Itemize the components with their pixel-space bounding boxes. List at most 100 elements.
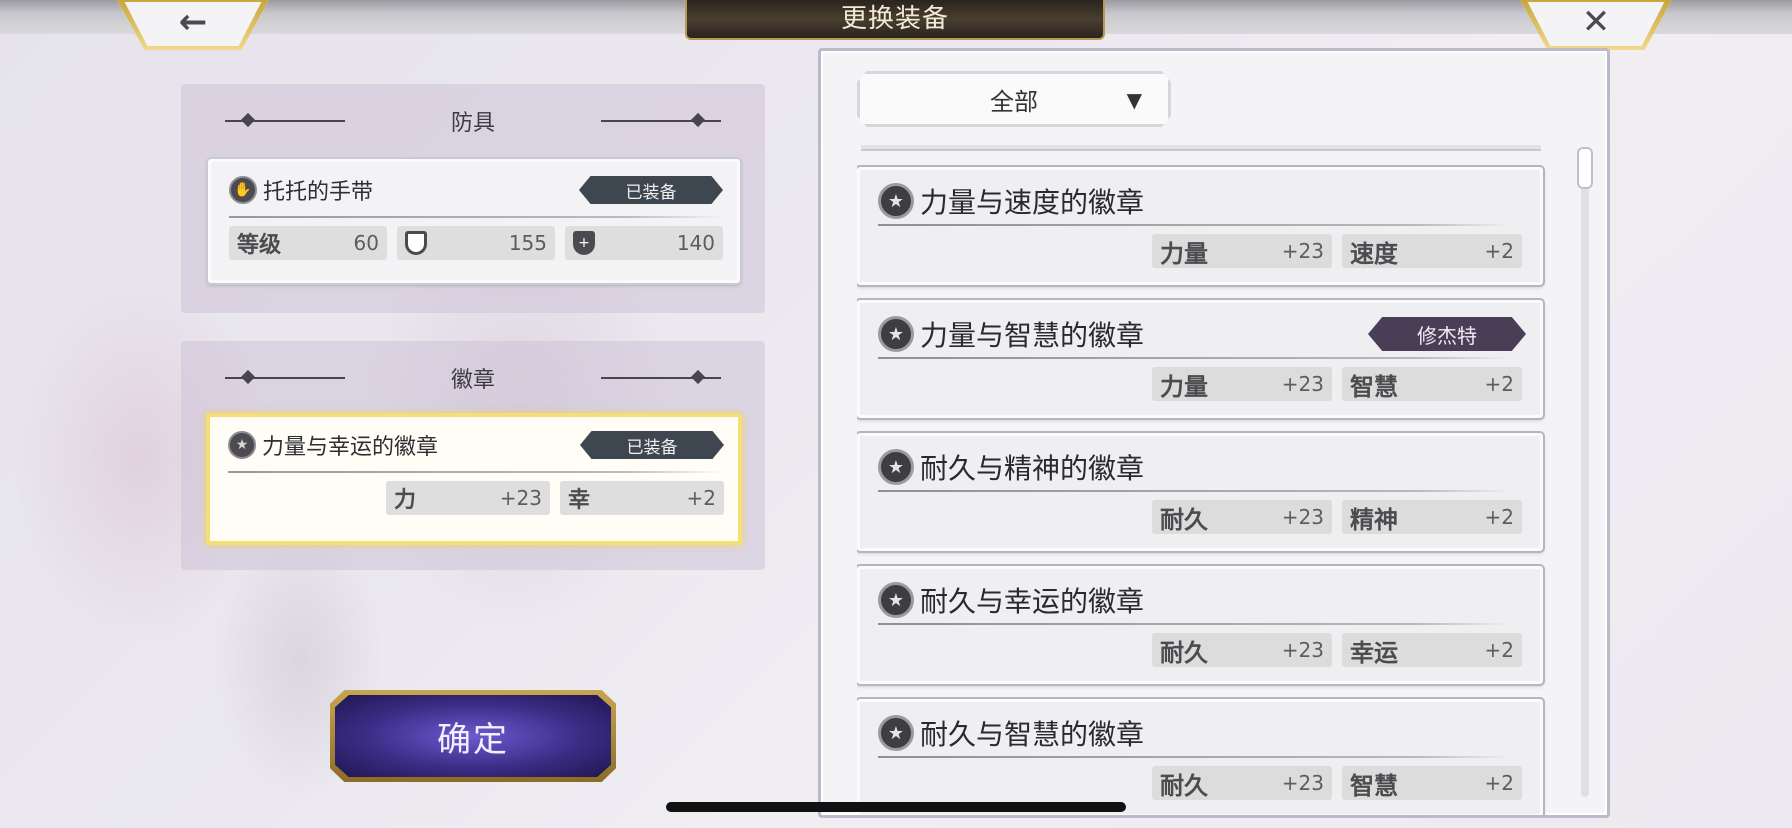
- stat-label: 智慧: [1350, 771, 1398, 800]
- stat-label: 幸运: [1350, 638, 1398, 667]
- stat-label: 力量: [1160, 372, 1208, 401]
- stat-chip: 精神 +2: [1342, 500, 1522, 534]
- armor-panel-header: 防具: [181, 84, 765, 158]
- stat-value: +2: [1484, 372, 1514, 396]
- stat-chip: 耐久 +23: [1152, 766, 1332, 800]
- list-item[interactable]: ★ 力量与智慧的徽章 修杰特 力量 +23 智慧 +2: [857, 300, 1543, 418]
- divider: [878, 357, 1510, 359]
- stat-label: 智慧: [1350, 372, 1398, 401]
- close-icon: ✕: [1581, 2, 1611, 42]
- stat-value: +2: [1484, 638, 1514, 662]
- badge-item-name: 耐久与精神的徽章: [920, 452, 1145, 485]
- divider: [878, 224, 1510, 226]
- stat-value: +2: [1484, 239, 1514, 263]
- badge-equip-card[interactable]: ★ 力量与幸运的徽章 已装备 力 +23 幸 +2: [206, 413, 742, 545]
- stat-chip: 力量 +23: [1152, 367, 1332, 401]
- glove-icon: ✋: [229, 176, 257, 204]
- divider: [878, 756, 1510, 758]
- magic-defense-value: 140: [676, 231, 715, 255]
- list-item-partial: [861, 145, 1541, 151]
- stat-label: 耐久: [1160, 771, 1208, 800]
- star-badge-icon: ★: [228, 431, 256, 459]
- list-item[interactable]: ★ 耐久与精神的徽章 耐久 +23 精神 +2: [857, 433, 1543, 551]
- star-badge-icon: ★: [878, 183, 914, 219]
- list-item[interactable]: ★ 力量与速度的徽章 力量 +23 速度 +2: [857, 167, 1543, 285]
- equipped-badge: 已装备: [580, 431, 724, 459]
- armor-section-title: 防具: [450, 111, 495, 136]
- ornament-left: [225, 120, 345, 122]
- stat-value: +23: [1281, 372, 1324, 396]
- luck-stat: 幸 +2: [560, 481, 724, 515]
- badge-item-name: 耐久与幸运的徽章: [920, 585, 1145, 618]
- armor-equip-card[interactable]: ✋ 托托的手带 已装备 等级 60 155 + 140: [208, 159, 740, 283]
- stat-label: 耐久: [1160, 638, 1208, 667]
- badge-item-name: 耐久与智慧的徽章: [920, 718, 1145, 751]
- armor-name: 托托的手带: [263, 180, 374, 205]
- home-indicator[interactable]: [666, 802, 1126, 812]
- luck-value: +2: [686, 486, 716, 510]
- stat-chip: 智慧 +2: [1342, 766, 1522, 800]
- badge-list[interactable]: ★ 力量与速度的徽章 力量 +23 速度 +2 ★ 力量与智慧的徽章 修杰特 力…: [857, 145, 1547, 815]
- confirm-label: 确定: [437, 719, 509, 760]
- shield-plus-icon: +: [573, 231, 595, 255]
- stat-value: +2: [1484, 771, 1514, 795]
- star-badge-icon: ★: [878, 316, 914, 352]
- badge-list-panel: 全部 ▼ ★ 力量与速度的徽章 力量 +23 速度 +2 ★ 力量与智慧的徽章 …: [818, 48, 1610, 818]
- level-value: 60: [353, 231, 379, 255]
- luck-label: 幸: [568, 488, 591, 513]
- scrollbar-thumb[interactable]: [1577, 147, 1593, 189]
- level-stat: 等级 60: [229, 226, 387, 260]
- strength-stat: 力 +23: [386, 481, 550, 515]
- back-arrow-icon: ←: [178, 2, 208, 42]
- scrollbar-track[interactable]: [1581, 147, 1589, 797]
- stat-chip: 力量 +23: [1152, 234, 1332, 268]
- stat-chip: 耐久 +23: [1152, 633, 1332, 667]
- divider: [229, 216, 723, 218]
- stat-value: +23: [1281, 638, 1324, 662]
- stat-chip: 幸运 +2: [1342, 633, 1522, 667]
- filter-dropdown[interactable]: 全部 ▼: [857, 71, 1171, 127]
- defense-stat: 155: [397, 226, 555, 260]
- stat-label: 精神: [1350, 505, 1398, 534]
- defense-value: 155: [508, 231, 547, 255]
- divider: [878, 623, 1510, 625]
- owner-tag: 修杰特: [1368, 317, 1526, 351]
- stat-value: +23: [1281, 771, 1324, 795]
- stat-chip: 速度 +2: [1342, 234, 1522, 268]
- badge-panel-header: 徽章: [181, 341, 765, 415]
- strength-value: +23: [499, 486, 542, 510]
- filter-selected: 全部: [990, 87, 1038, 116]
- stat-value: +2: [1484, 505, 1514, 529]
- stat-chip: 智慧 +2: [1342, 367, 1522, 401]
- confirm-button[interactable]: 确定: [330, 690, 616, 782]
- ornament-left: [225, 377, 345, 379]
- stat-value: +23: [1281, 505, 1324, 529]
- ornament-right: [601, 377, 721, 379]
- stat-label: 力量: [1160, 239, 1208, 268]
- divider: [228, 471, 724, 473]
- stat-label: 耐久: [1160, 505, 1208, 534]
- level-label: 等级: [237, 233, 282, 258]
- stat-value: +23: [1281, 239, 1324, 263]
- stat-chip: 耐久 +23: [1152, 500, 1332, 534]
- shield-outline-icon: [405, 231, 427, 255]
- stat-label: 速度: [1350, 239, 1398, 268]
- badge-item-name: 力量与智慧的徽章: [920, 319, 1145, 352]
- badge-section-title: 徽章: [450, 368, 495, 393]
- list-item[interactable]: ★ 耐久与智慧的徽章 耐久 +23 智慧 +2: [857, 699, 1543, 815]
- ornament-right: [601, 120, 721, 122]
- divider: [878, 490, 1510, 492]
- armor-panel: 防具 ✋ 托托的手带 已装备 等级 60 155 + 140: [181, 84, 765, 313]
- badge-panel: 徽章 ★ 力量与幸运的徽章 已装备 力 +23 幸 +2: [181, 341, 765, 570]
- close-button[interactable]: ✕: [1520, 0, 1672, 50]
- badge-item-name: 力量与速度的徽章: [920, 186, 1145, 219]
- equipped-badge: 已装备: [579, 176, 723, 204]
- badge-name: 力量与幸运的徽章: [262, 435, 439, 460]
- page-title: 更换装备: [840, 3, 949, 34]
- list-item[interactable]: ★ 耐久与幸运的徽章 耐久 +23 幸运 +2: [857, 566, 1543, 684]
- magic-defense-stat: + 140: [565, 226, 723, 260]
- star-badge-icon: ★: [878, 582, 914, 618]
- strength-label: 力: [394, 488, 417, 513]
- chevron-down-icon: ▼: [1126, 88, 1142, 112]
- star-badge-icon: ★: [878, 449, 914, 485]
